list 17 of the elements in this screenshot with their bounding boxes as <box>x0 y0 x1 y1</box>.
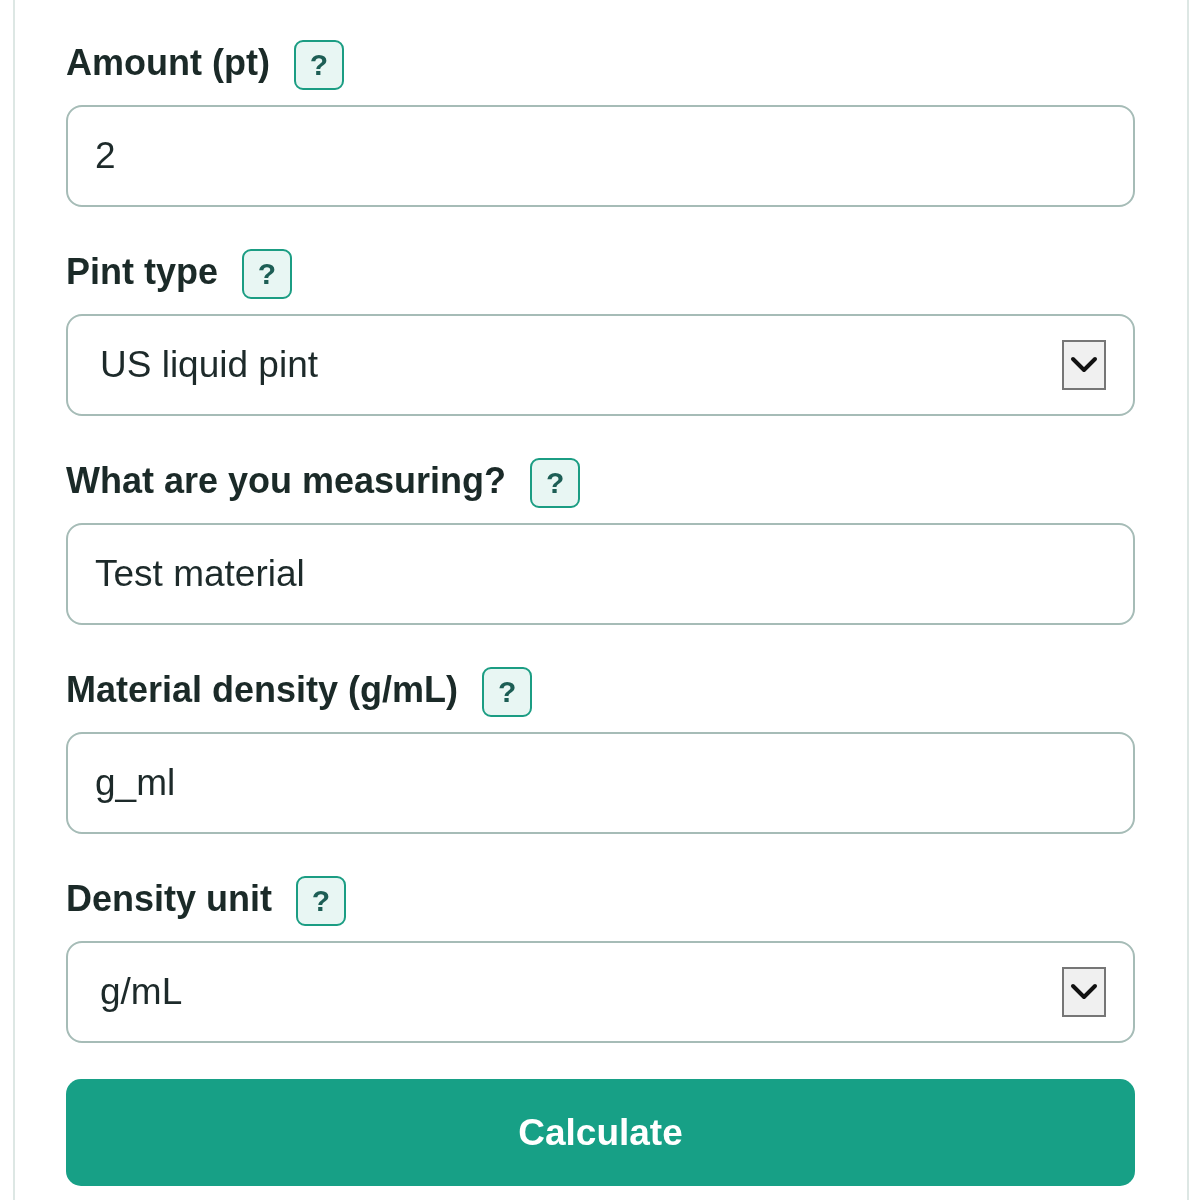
help-button[interactable]: ? <box>296 876 346 926</box>
help-button[interactable]: ? <box>482 667 533 717</box>
help-button[interactable]: ? <box>530 458 581 508</box>
chevron-down-icon <box>1062 340 1106 390</box>
field-label: Material density (g/mL) <box>66 669 459 711</box>
field-label: What are you measuring? <box>66 460 507 502</box>
text-input[interactable]: Test material <box>66 523 1135 625</box>
select-dropdown[interactable]: US liquid pint <box>66 314 1135 416</box>
help-button[interactable]: ? <box>293 40 344 90</box>
field-label: Pint type <box>66 251 218 293</box>
text-input[interactable]: g_ml <box>66 732 1135 834</box>
text-input[interactable]: 2 <box>66 105 1135 207</box>
field-label: Amount (pt) <box>66 42 270 84</box>
chevron-down-icon <box>1062 967 1106 1017</box>
field-label: Density unit <box>66 878 272 920</box>
help-button[interactable]: ? <box>242 249 292 299</box>
select-dropdown[interactable]: g/mL <box>66 941 1135 1043</box>
